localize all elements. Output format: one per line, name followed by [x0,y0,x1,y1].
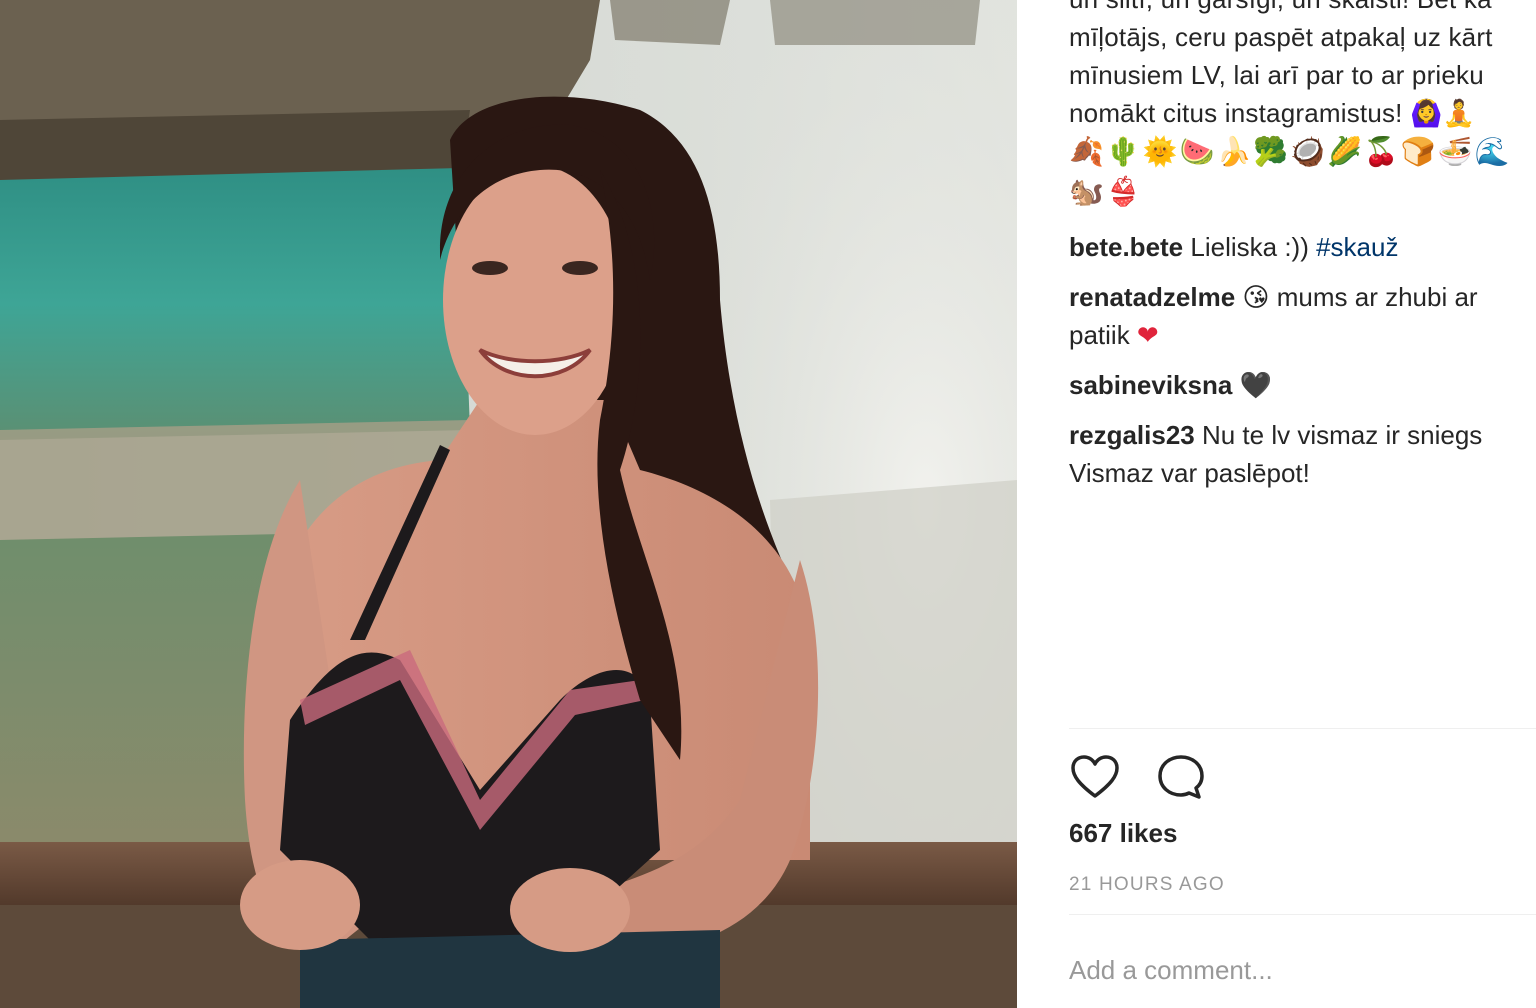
comment-username[interactable]: bete.bete [1069,232,1183,262]
comment-username[interactable]: rezgalis23 [1069,420,1195,450]
comment-list: bete.bete Lieliska :)) #skauž renatadzel… [1069,228,1536,504]
heart-outline-icon [1071,755,1119,798]
comment-text [1232,370,1239,400]
speech-bubble-icon [1158,755,1204,799]
photo-illustration [0,0,1017,1008]
black-heart-icon: 🖤 [1239,370,1272,400]
caption-emoji-row: 🍂🌵🌞🍉🍌🥦🥥🌽🍒🍞🍜🌊 [1069,136,1512,167]
divider [1069,914,1536,915]
comment-item: rezgalis23 Nu te lv vismaz ir sniegs Vis… [1069,416,1536,492]
comment-username[interactable]: renatadzelme [1069,282,1235,312]
post-timestamp[interactable]: 21 HOURS AGO [1069,874,1225,896]
caption-line: nomākt citus instagramistus! 🙆‍♀️🧘 [1069,98,1476,128]
comment-text: 😘 mums ar zhubi ar [1235,282,1478,312]
add-comment-input[interactable] [1069,955,1529,986]
comment-item: sabineviksna 🖤 [1069,366,1536,404]
comment-button[interactable] [1155,752,1207,804]
comment-text: Vismaz var paslēpot! [1069,458,1310,488]
red-heart-icon: ❤ [1136,320,1159,350]
like-button[interactable] [1069,752,1121,804]
caption-line: mīļotājs, ceru paspēt atpakaļ uz kārt [1069,22,1493,52]
divider [1069,728,1536,729]
comment-text: patiik [1069,320,1137,350]
post-photo[interactable] [0,0,1017,1008]
post-caption: un siltī, un garšīgi, un skaisti! Bet kā… [1069,0,1536,212]
caption-emoji-row: 🐿️👙 [1069,176,1143,207]
comment-text: Nu te lv vismaz ir sniegs [1194,420,1483,450]
comment-username[interactable]: sabineviksna [1069,370,1232,400]
comment-item: bete.bete Lieliska :)) #skauž [1069,228,1536,266]
caption-line: mīnusiem LV, lai arī par to ar prieku [1069,60,1484,90]
caption-line: un siltī, un garšīgi, un skaisti! Bet kā [1069,0,1536,18]
likes-count[interactable]: 667 likes [1069,818,1177,849]
comment-item: renatadzelme 😘 mums ar zhubi ar patiik ❤ [1069,278,1536,354]
hashtag-link[interactable]: #skauž [1316,232,1398,262]
comment-text: Lieliska :)) [1183,232,1317,262]
post-side-panel: un siltī, un garšīgi, un skaisti! Bet kā… [1017,0,1536,1008]
